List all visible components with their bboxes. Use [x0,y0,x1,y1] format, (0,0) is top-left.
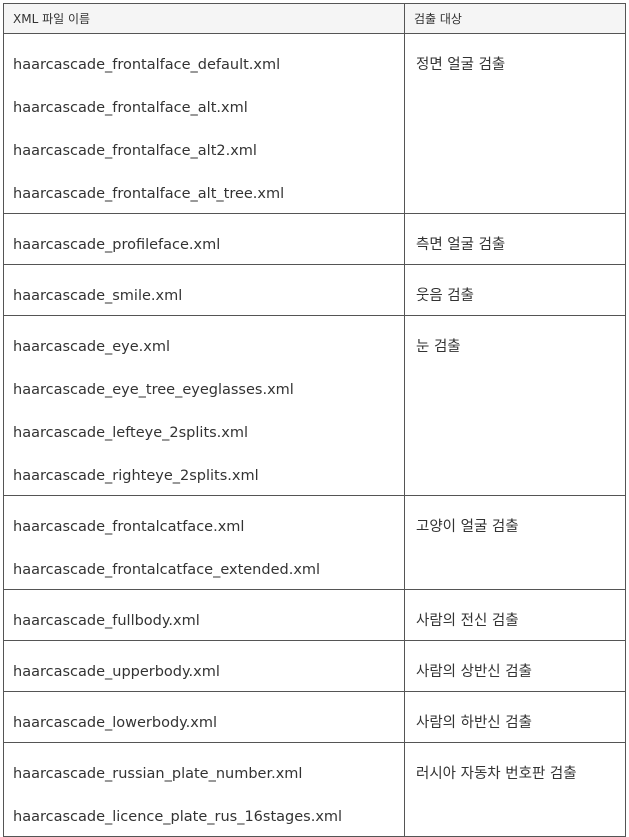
detection-target: 정면 얼굴 검출 [416,57,506,73]
xml-filename: haarcascade_frontalcatface_extended.xml [13,562,321,578]
xml-filename: haarcascade_profileface.xml [13,237,221,253]
xml-filename-cell: haarcascade_upperbody.xml [3,640,405,692]
detection-target: 사람의 하반신 검출 [416,715,532,731]
detection-target: 러시아 자동차 번호판 검출 [416,766,577,782]
detection-target: 웃음 검출 [416,288,474,304]
table-row: haarcascade_russian_plate_number.xmlhaar… [3,742,626,837]
xml-filename: haarcascade_upperbody.xml [13,664,220,680]
detection-target-cell: 정면 얼굴 검출 [404,33,626,214]
detection-target: 고양이 얼굴 검출 [416,519,519,535]
header-xml-filename: XML 파일 이름 [3,3,405,34]
table-row: haarcascade_smile.xml 웃음 검출 [3,264,626,316]
xml-filename-cell: haarcascade_eye.xml haarcascade_eye_tree_… [3,315,405,496]
table-row: haarcascade_fullbody.xml 사람의 전신 검출 [3,589,626,641]
detection-target-cell: 눈 검출 [404,315,626,496]
xml-filename: haarcascade_fullbody.xml [13,613,200,629]
detection-target-cell: 고양이 얼굴 검출 [404,495,626,590]
cascade-table: XML 파일 이름 검출 대상 haarcascade_frontalface_… [3,3,626,837]
table-header-row: XML 파일 이름 검출 대상 [3,3,626,34]
table-row: haarcascade_lowerbody.xml 사람의 하반신 검출 [3,691,626,743]
detection-target-cell: 사람의 하반신 검출 [404,691,626,743]
detection-target-cell: 웃음 검출 [404,264,626,316]
xml-filename: haarcascade_frontalface_alt_tree.xml [13,186,285,202]
xml-filename: haarcascade_frontalcatface.xml [13,519,245,535]
detection-target-cell: 러시아 자동차 번호판 검출 [404,742,626,837]
detection-target: 사람의 전신 검출 [416,613,519,629]
xml-filename: haarcascade_frontalface_alt2.xml [13,143,257,159]
table-row: haarcascade_upperbody.xml 사람의 상반신 검출 [3,640,626,692]
detection-target: 측면 얼굴 검출 [416,237,506,253]
table-row: haarcascade_frontalface_default.xmlhaarc… [3,33,626,214]
detection-target-cell: 사람의 상반신 검출 [404,640,626,692]
xml-filename: haarcascade_lowerbody.xml [13,715,218,731]
detection-target: 사람의 상반신 검출 [416,664,532,680]
header-detection-target: 검출 대상 [404,3,626,34]
xml-filename: haarcascade_lefteye_2splits.xml [13,425,249,441]
xml-filename-cell: haarcascade_smile.xml [3,264,405,316]
table-row: haarcascade_profileface.xml 측면 얼굴 검출 [3,213,626,265]
xml-filename: haarcascade_frontalface_default.xml [13,57,281,73]
xml-filename: haarcascade_frontalface_alt.xml [13,100,248,116]
xml-filename: haarcascade_licence_plate_rus_16stages.x… [13,809,343,825]
xml-filename-cell: haarcascade_frontalface_default.xmlhaarc… [3,33,405,214]
xml-filename-cell: haarcascade_profileface.xml [3,213,405,265]
detection-target-cell: 측면 얼굴 검출 [404,213,626,265]
table-row: haarcascade_frontalcatface.xml haarcascad… [3,495,626,590]
detection-target-cell: 사람의 전신 검출 [404,589,626,641]
xml-filename: haarcascade_smile.xml [13,288,183,304]
xml-filename: haarcascade_eye.xml [13,339,171,355]
xml-filename-cell: haarcascade_lowerbody.xml [3,691,405,743]
xml-filename: haarcascade_righteye_2splits.xml [13,468,259,484]
table-row: haarcascade_eye.xml haarcascade_eye_tree_… [3,315,626,496]
xml-filename: haarcascade_russian_plate_number.xml [13,766,303,782]
xml-filename: haarcascade_eye_tree_eyeglasses.xml [13,382,294,398]
xml-filename-cell: haarcascade_frontalcatface.xml haarcascad… [3,495,405,590]
detection-target: 눈 검출 [416,339,461,355]
xml-filename-cell: haarcascade_russian_plate_number.xmlhaar… [3,742,405,837]
xml-filename-cell: haarcascade_fullbody.xml [3,589,405,641]
